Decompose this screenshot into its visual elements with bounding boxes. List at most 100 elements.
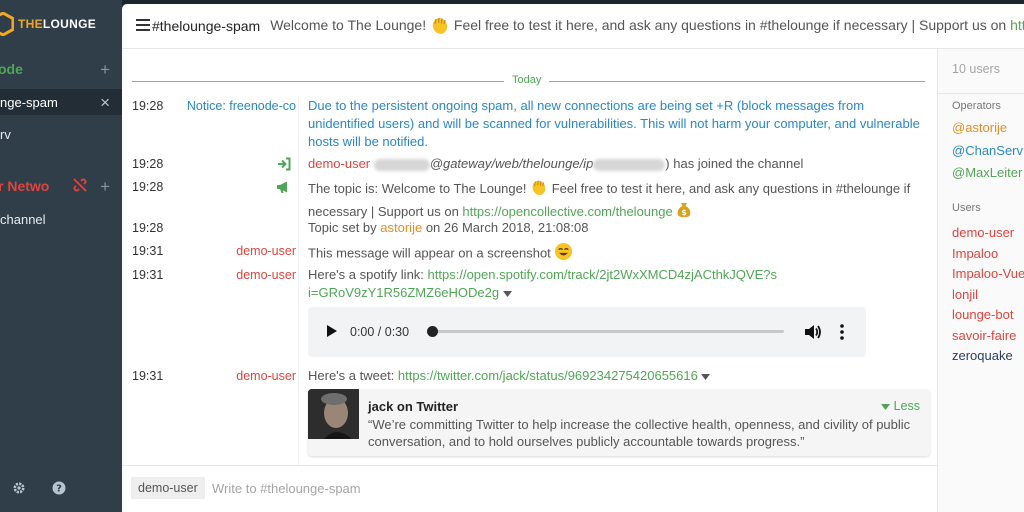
volume-icon[interactable]: [804, 324, 822, 343]
waving-hand-icon: [430, 15, 450, 38]
gear-icon[interactable]: [12, 481, 26, 498]
topic-text-a: Welcome to The Lounge!: [270, 16, 427, 33]
join-tail: ) has joined the channel: [665, 156, 804, 171]
channel-topic: Welcome to The Lounge! Feel free to test…: [270, 15, 1024, 38]
message-body: Here's a spotify link:: [308, 267, 424, 282]
channel-title: #thelounge-spam: [152, 18, 261, 34]
close-channel-button[interactable]: ×: [100, 94, 110, 111]
help-icon[interactable]: ?: [52, 481, 66, 498]
hexagon-logo-icon: [0, 11, 15, 37]
message-sender-wrap: demo-user: [176, 244, 296, 262]
join-icon: [277, 157, 291, 174]
topic-link[interactable]: https://opencollective.com/thelounge: [462, 204, 672, 219]
user-list-item[interactable]: @ChanServ: [952, 143, 1023, 158]
thelounge-logo[interactable]: THELOUNGE: [0, 11, 97, 37]
audio-seek-handle[interactable]: [427, 326, 438, 337]
message-input-bar: demo-user Write to #thelounge-spam: [122, 465, 937, 512]
audio-seek-bar[interactable]: [427, 326, 784, 337]
more-options-icon[interactable]: [840, 324, 844, 343]
tweet-link[interactable]: https://twitter.com/jack/status/96923427…: [398, 368, 698, 383]
menu-icon[interactable]: [136, 18, 150, 34]
add-channel-button[interactable]: +: [100, 61, 110, 78]
preview-thumbnail: [308, 389, 359, 439]
nick-badge[interactable]: demo-user: [131, 477, 205, 499]
user-list-item[interactable]: lounge-bot: [952, 307, 1013, 322]
sidebar-network-freenode[interactable]: ode +: [0, 56, 122, 82]
user-list-item[interactable]: @MaxLeiter: [952, 165, 1022, 180]
preview-title: jack on Twitter: [368, 399, 459, 414]
join-host: @gateway/web/thelounge/ip: [429, 156, 594, 171]
message-time: 19:31: [132, 244, 164, 258]
user-list-item[interactable]: Impaloo-Vue: [952, 266, 1024, 281]
audio-time: 0:00 / 0:30: [350, 325, 410, 339]
logo-text-the: THE: [18, 17, 43, 31]
message-input[interactable]: Write to #thelounge-spam: [212, 481, 361, 496]
message-time: 19:28: [132, 221, 164, 235]
svg-text:$: $: [682, 208, 688, 217]
network-name: r Netwo: [0, 178, 50, 194]
notice-text: Due to the persistent ongoing spam, all …: [308, 98, 920, 149]
user-list: 10 users Operators @astorije @ChanServ @…: [937, 49, 1024, 512]
blurred-ip: [593, 158, 666, 171]
message-nick[interactable]: astorije: [380, 220, 422, 235]
user-list-item[interactable]: savoir-faire: [952, 328, 1016, 343]
day-divider-label: Today: [504, 74, 550, 86]
users-heading: Users: [952, 202, 981, 214]
sidebar-footer: ?: [12, 481, 66, 498]
sidebar-item-label: nge-spam: [0, 94, 58, 110]
collapse-preview-button[interactable]: Less: [881, 399, 920, 413]
message-time: 19:31: [132, 369, 164, 383]
column-divider: [298, 96, 299, 466]
message-text: Here's a tweet: https://twitter.com/jack…: [308, 367, 927, 385]
svg-text:?: ?: [56, 484, 62, 495]
topic-text-b: Feel free to test it here, and ask any q…: [453, 16, 1007, 33]
sidebar-item-chanserv[interactable]: rv: [0, 121, 122, 147]
message-list: Today 19:28 Notice: freenode-co Due to t…: [122, 49, 937, 466]
topic-link[interactable]: https://ope: [1010, 17, 1024, 33]
expand-preview-icon[interactable]: [502, 285, 512, 300]
message-sender[interactable]: demo-user: [236, 369, 296, 383]
link-preview-card[interactable]: jack on Twitter Less “We’re committing T…: [308, 389, 930, 456]
play-icon[interactable]: [326, 324, 338, 341]
add-channel-button[interactable]: +: [100, 178, 110, 195]
user-list-item[interactable]: lonjil: [952, 287, 978, 302]
megaphone-icon: [276, 180, 291, 197]
smiling-face-icon: [554, 242, 573, 266]
message-body: This message will appear on a screenshot: [308, 245, 551, 261]
message-sender-wrap: demo-user: [176, 268, 296, 286]
topic-set-text-a: Topic set by: [308, 220, 377, 235]
message-nick[interactable]: demo-user: [308, 156, 370, 171]
preview-description: “We’re committing Twitter to help increa…: [368, 417, 911, 449]
sidebar-item-label: rv: [0, 126, 11, 142]
notice-sender[interactable]: Notice: freenode-co: [187, 99, 296, 113]
expand-preview-icon[interactable]: [701, 368, 711, 383]
user-list-item[interactable]: zeroquake: [952, 348, 1013, 363]
collapse-label: Less: [893, 399, 920, 413]
message-sender[interactable]: demo-user: [236, 244, 296, 258]
message-body: Here's a tweet:: [308, 368, 395, 383]
channel-header: #thelounge-spam Welcome to The Lounge! F…: [122, 4, 1024, 49]
message-text: This message will appear on a screenshot: [308, 242, 927, 266]
topic-set-text-b: on 26 March 2018, 21:08:08: [425, 220, 589, 235]
sidebar-item-label: channel: [0, 211, 46, 227]
sidebar: THELOUNGE ode + nge-spam × rv r Netwo + …: [0, 0, 122, 512]
message-time: 19:28: [132, 180, 164, 194]
user-search-placeholder: 10 users: [952, 62, 1000, 76]
topic-message: The topic is: Welcome to The Lounge! Fee…: [308, 178, 927, 224]
topic-text-a: The topic is: Welcome to The Lounge!: [308, 180, 527, 196]
logo-text-lounge: LOUNGE: [42, 17, 97, 31]
sidebar-item-channel[interactable]: channel: [0, 206, 122, 232]
user-list-item[interactable]: @astorije: [952, 120, 1007, 135]
topic-set-by: Topic set by astorije on 26 March 2018, …: [308, 219, 927, 237]
message-sender[interactable]: demo-user: [236, 268, 296, 282]
sidebar-network-other[interactable]: r Netwo +: [0, 173, 122, 199]
user-list-item[interactable]: demo-user: [952, 225, 1014, 240]
network-name: ode: [0, 61, 23, 77]
sidebar-item-thelounge-spam[interactable]: nge-spam ×: [0, 89, 122, 115]
waving-hand-icon: [530, 178, 548, 201]
user-list-item[interactable]: Impaloo: [952, 246, 998, 261]
blurred-host: [373, 158, 430, 171]
user-search-input[interactable]: 10 users: [938, 49, 1024, 94]
notice-sender-wrap: Notice: freenode-co: [176, 99, 296, 117]
message-sender-wrap: demo-user: [176, 369, 296, 387]
